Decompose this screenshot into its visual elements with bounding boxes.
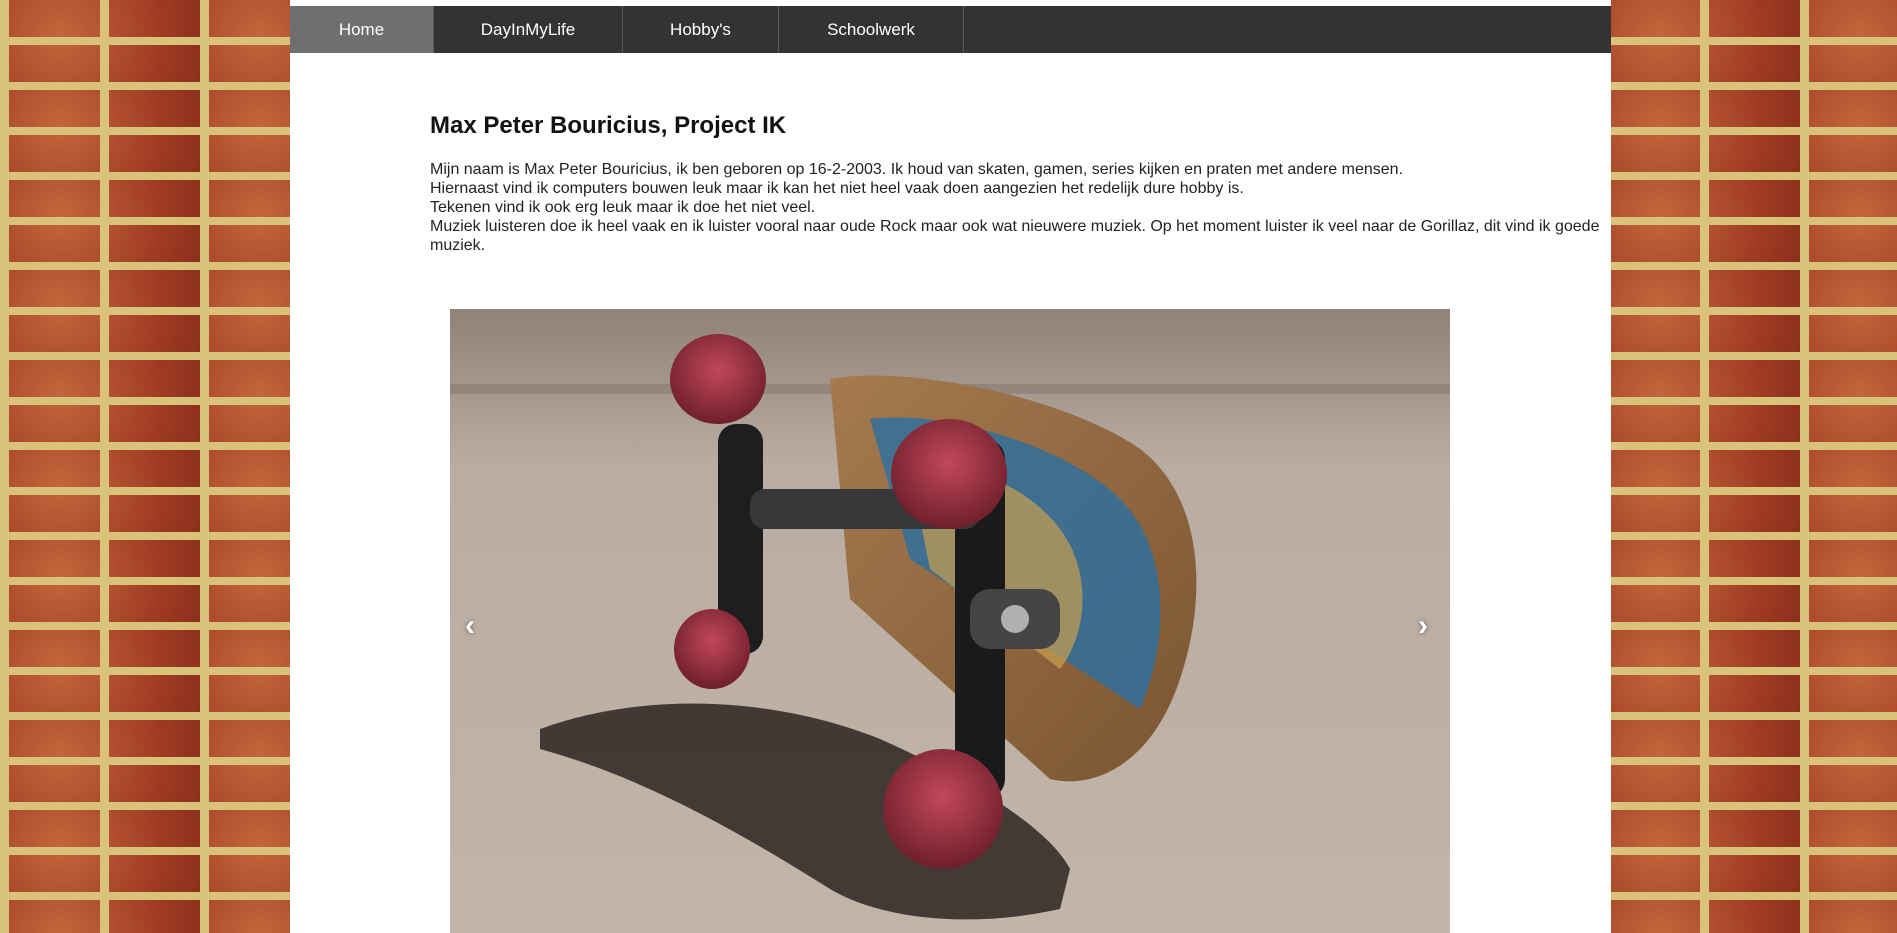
page-title: Max Peter Bouricius, Project IK bbox=[430, 112, 787, 139]
intro-paragraph: Muziek luisteren doe ik heel vaak en ik … bbox=[430, 218, 1600, 254]
intro-paragraph: Mijn naam is Max Peter Bouricius, ik ben… bbox=[430, 161, 1403, 178]
intro-section: Max Peter Bouricius, Project IK Mijn naa… bbox=[430, 112, 1600, 255]
intro-paragraph: Tekenen vind ik ook erg leuk maar ik doe… bbox=[430, 199, 816, 216]
nav-hobbys[interactable]: Hobby's bbox=[623, 6, 779, 53]
skateboard-photo bbox=[450, 309, 1450, 933]
intro-text: Mijn naam is Max Peter Bouricius, ik ben… bbox=[430, 160, 1600, 255]
carousel-prev-button[interactable]: ‹ bbox=[465, 609, 475, 643]
page-container: Home DayInMyLife Hobby's Schoolwerk Max … bbox=[290, 0, 1611, 933]
intro-paragraph: Hiernaast vind ik computers bouwen leuk … bbox=[430, 180, 1244, 197]
nav-dayinmylife[interactable]: DayInMyLife bbox=[434, 6, 623, 53]
nav-schoolwerk[interactable]: Schoolwerk bbox=[779, 6, 964, 53]
top-navbar: Home DayInMyLife Hobby's Schoolwerk bbox=[290, 6, 1611, 53]
carousel-next-button[interactable]: › bbox=[1418, 609, 1428, 643]
image-carousel: ‹ › bbox=[450, 309, 1450, 933]
nav-home[interactable]: Home bbox=[290, 6, 434, 53]
